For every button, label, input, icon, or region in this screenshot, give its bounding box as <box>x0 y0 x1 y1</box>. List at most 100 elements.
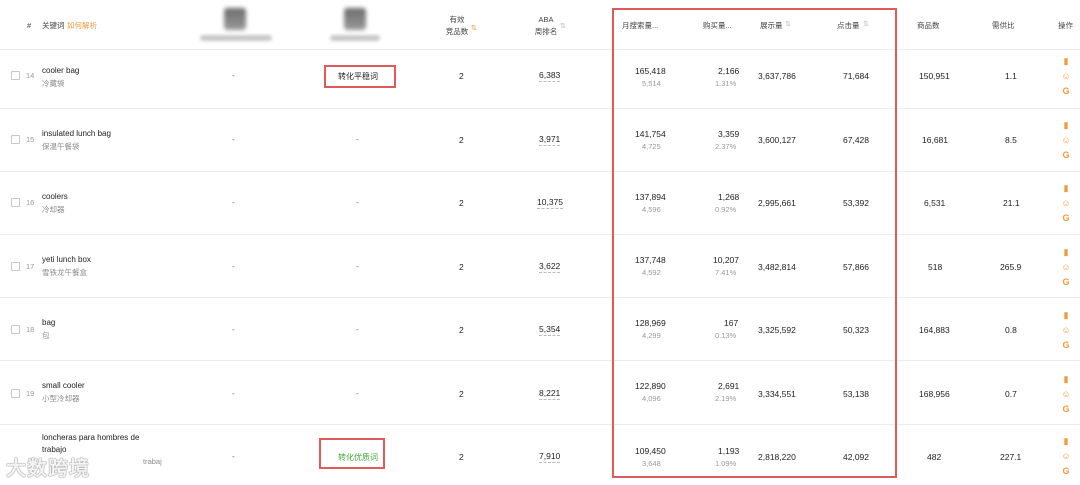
google-icon[interactable]: G <box>1060 84 1072 99</box>
header-valid-competitors-line2: 竞品数 <box>445 27 469 36</box>
supply-demand-ratio: 0.7 <box>1005 389 1017 399</box>
valid-competitors[interactable]: 2 <box>459 71 464 81</box>
supply-demand-ratio: 0.8 <box>1005 325 1017 335</box>
supply-demand-ratio: 227.1 <box>1000 452 1022 462</box>
product-count: 6,531 <box>924 198 946 208</box>
row-checkbox[interactable] <box>11 71 20 80</box>
bar-chart-icon[interactable]: ▮ <box>1060 118 1072 133</box>
valid-competitors[interactable]: 2 <box>459 198 464 208</box>
supply-demand-ratio: 1.1 <box>1005 71 1017 81</box>
divider <box>0 424 1080 425</box>
product-count: 168,956 <box>919 389 950 399</box>
row-actions: ▮ ☺ G <box>1060 118 1072 163</box>
row-checkbox[interactable] <box>11 135 20 144</box>
divider <box>0 297 1080 298</box>
smile-icon[interactable]: ☺ <box>1060 323 1072 338</box>
valid-competitors[interactable]: 2 <box>459 135 464 145</box>
row-actions: ▮ ☺ G <box>1060 245 1072 290</box>
google-icon[interactable]: G <box>1060 211 1072 226</box>
keyword-tag: - <box>356 198 359 207</box>
product-count: 16,681 <box>922 135 948 145</box>
product-count: 164,883 <box>919 325 950 335</box>
bar-chart-icon[interactable]: ▮ <box>1060 181 1072 196</box>
aba-rank[interactable]: 6,383 <box>539 70 561 82</box>
smile-icon[interactable]: ☺ <box>1060 196 1072 211</box>
valid-competitors[interactable]: 2 <box>459 452 464 462</box>
aba-rank[interactable]: 3,622 <box>539 261 561 273</box>
keyword-text[interactable]: loncheras para hombres de <box>42 433 139 442</box>
header-products[interactable]: 商品数 <box>917 20 940 32</box>
keyword-text[interactable]: small cooler <box>42 381 85 390</box>
sort-icon[interactable]: ⇅ <box>471 24 477 32</box>
keyword-tag: - <box>356 389 359 398</box>
product-count: 150,951 <box>919 71 950 81</box>
aba-rank[interactable]: 7,910 <box>539 451 561 463</box>
bar-chart-icon[interactable]: ▮ <box>1060 245 1072 260</box>
bar-chart-icon[interactable]: ▮ <box>1060 308 1072 323</box>
row-checkbox[interactable] <box>11 325 20 334</box>
header-actions: 操作 <box>1058 21 1073 30</box>
smile-icon[interactable]: ☺ <box>1060 387 1072 402</box>
watermark: 大数跨境 <box>6 458 90 480</box>
row-index: 15 <box>26 135 35 144</box>
header-keyword[interactable]: 关键词 <box>42 20 65 32</box>
sort-icon[interactable]: ⇅ <box>560 22 566 30</box>
bar-chart-icon[interactable]: ▮ <box>1060 434 1072 449</box>
supply-demand-ratio: 21.1 <box>1003 198 1020 208</box>
smile-icon[interactable]: ☺ <box>1060 260 1072 275</box>
row-actions: ▮ ☺ G <box>1060 308 1072 353</box>
header-aba-rank[interactable]: ABA 周排名 <box>533 14 559 38</box>
divider <box>0 360 1080 361</box>
column-value: - <box>232 135 235 144</box>
keyword-translation: 冷藏袋 <box>42 79 65 88</box>
product-count: 518 <box>928 262 943 272</box>
valid-competitors[interactable]: 2 <box>459 389 464 399</box>
row-index: 18 <box>26 325 35 334</box>
valid-competitors[interactable]: 2 <box>459 325 464 335</box>
google-icon[interactable]: G <box>1060 338 1072 353</box>
header-keyword-tag[interactable]: 如何解析 <box>67 20 97 32</box>
keyword-translation: 雪铁龙午餐盒 <box>42 268 87 277</box>
row-checkbox[interactable] <box>11 262 20 271</box>
divider <box>0 108 1080 109</box>
aba-rank[interactable]: 3,971 <box>539 134 561 146</box>
aba-rank[interactable]: 5,354 <box>539 324 561 336</box>
smile-icon[interactable]: ☺ <box>1060 449 1072 464</box>
supply-demand-ratio: 8.5 <box>1005 135 1017 145</box>
aba-rank[interactable]: 8,221 <box>539 388 561 400</box>
keyword-text[interactable]: yeti lunch box <box>42 255 91 264</box>
row-actions: ▮ ☺ G <box>1060 372 1072 417</box>
bar-chart-icon[interactable]: ▮ <box>1060 54 1072 69</box>
metrics-highlight-box <box>612 8 897 478</box>
keyword-text[interactable]: insulated lunch bag <box>42 129 111 138</box>
column-value: - <box>232 71 235 80</box>
bar-chart-icon[interactable]: ▮ <box>1060 372 1072 387</box>
keyword-tag: 转化平稳词 <box>338 72 378 81</box>
row-checkbox[interactable] <box>11 389 20 398</box>
header-valid-competitors[interactable]: 有效 竞品数 <box>445 14 469 38</box>
valid-competitors[interactable]: 2 <box>459 262 464 272</box>
divider <box>0 171 1080 172</box>
aba-rank[interactable]: 10,375 <box>537 197 563 209</box>
google-icon[interactable]: G <box>1060 148 1072 163</box>
blurred-header-label-1 <box>200 35 272 41</box>
keyword-text[interactable]: coolers <box>42 192 68 201</box>
smile-icon[interactable]: ☺ <box>1060 69 1072 84</box>
keyword-translation: trabaj <box>143 457 162 466</box>
header-aba-line1: ABA <box>538 15 554 24</box>
divider <box>0 49 1080 50</box>
keyword-translation: 包 <box>42 331 50 340</box>
supply-demand-ratio: 265.9 <box>1000 262 1022 272</box>
keyword-text[interactable]: bag <box>42 318 55 327</box>
row-actions: ▮ ☺ G <box>1060 434 1072 479</box>
row-checkbox[interactable] <box>11 198 20 207</box>
row-index: 17 <box>26 262 35 271</box>
header-index: # <box>27 21 32 30</box>
google-icon[interactable]: G <box>1060 464 1072 479</box>
keyword-text[interactable]: cooler bag <box>42 66 79 75</box>
row-index: 19 <box>26 389 35 398</box>
smile-icon[interactable]: ☺ <box>1060 133 1072 148</box>
header-supply-demand[interactable]: 需供比 <box>992 20 1015 32</box>
google-icon[interactable]: G <box>1060 275 1072 290</box>
google-icon[interactable]: G <box>1060 402 1072 417</box>
